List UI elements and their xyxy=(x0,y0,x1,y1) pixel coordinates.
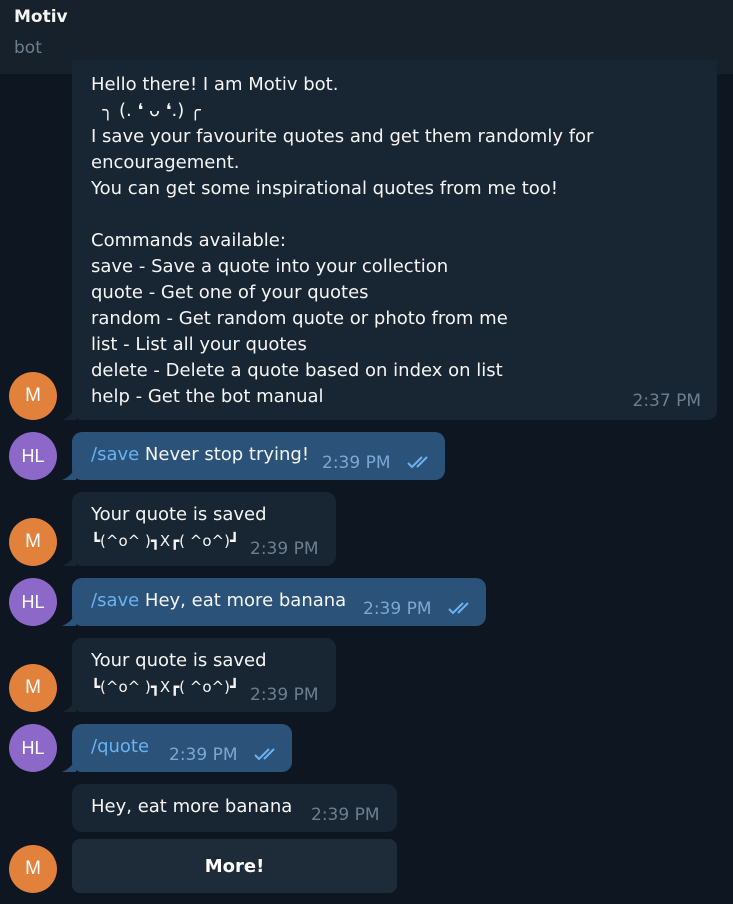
command-link[interactable]: /save xyxy=(91,590,139,611)
welcome-line: random - Get random quote or photo from … xyxy=(91,308,508,329)
message-welcome[interactable]: Hello there! I am Motiv bot. ╮ (. ❛ ᴗ ❛.… xyxy=(72,60,717,420)
welcome-line: quote - Get one of your quotes xyxy=(91,282,369,303)
double-check-icon xyxy=(254,748,275,761)
welcome-line: You can get some inspirational quotes fr… xyxy=(91,178,558,199)
more-button[interactable]: More! xyxy=(72,839,397,893)
command-link[interactable]: /quote xyxy=(91,736,149,757)
message-save-2[interactable]: /save Hey, eat more banana 2:39 PM xyxy=(72,578,486,626)
welcome-line xyxy=(91,202,698,228)
chat-subtitle: bot xyxy=(14,38,42,58)
message-time: 2:39 PM xyxy=(250,539,319,559)
welcome-line: delete - Delete a quote based on index o… xyxy=(91,360,503,381)
message-time: 2:37 PM xyxy=(632,391,702,411)
command-link[interactable]: /save xyxy=(91,444,139,465)
message-text: Your quote is saved xyxy=(91,650,267,671)
message-time: 2:39 PM xyxy=(363,599,432,619)
message-quote-reply[interactable]: Hey, eat more banana 2:39 PM xyxy=(72,784,397,832)
bubble-tail xyxy=(62,466,76,480)
welcome-line: encouragement. xyxy=(91,152,240,173)
message-quote-command[interactable]: /quote 2:39 PM xyxy=(72,724,292,772)
message-save-1[interactable]: /save Never stop trying! 2:39 PM xyxy=(72,432,445,480)
chat-title: Motiv xyxy=(14,7,68,27)
double-check-icon xyxy=(407,456,428,469)
message-reply-2[interactable]: Your quote is saved ┗(^o^ )┓X┏( ^o^)┛ 2:… xyxy=(72,638,336,712)
avatar[interactable]: HL xyxy=(9,432,57,480)
avatar[interactable]: M xyxy=(9,372,57,420)
bubble-tail xyxy=(62,758,76,772)
avatar[interactable]: M xyxy=(9,664,57,712)
message-time: 2:39 PM xyxy=(311,805,380,825)
welcome-line: save - Save a quote into your collection xyxy=(91,256,449,277)
bubble-tail xyxy=(62,698,76,712)
message-text: Your quote is saved xyxy=(91,504,267,525)
avatar[interactable]: M xyxy=(9,845,57,893)
message-time: 2:39 PM xyxy=(322,453,391,473)
message-reply-1[interactable]: Your quote is saved ┗(^o^ )┓X┏( ^o^)┛ 2:… xyxy=(72,492,336,566)
message-time: 2:39 PM xyxy=(250,685,319,705)
welcome-text: Hello there! I am Motiv bot. ╮ (. ❛ ᴗ ❛.… xyxy=(91,72,698,410)
bubble-tail xyxy=(62,406,76,420)
avatar[interactable]: HL xyxy=(9,578,57,626)
welcome-line: Commands available: xyxy=(91,230,286,251)
message-text: Hey, eat more banana xyxy=(91,796,293,817)
avatar[interactable]: HL xyxy=(9,724,57,772)
message-time: 2:39 PM xyxy=(169,745,238,765)
avatar[interactable]: M xyxy=(9,518,57,566)
welcome-line: list - List all your quotes xyxy=(91,334,307,355)
welcome-line: Hello there! I am Motiv bot. xyxy=(91,74,339,95)
message-text: Never stop trying! xyxy=(139,444,310,465)
message-text: Hey, eat more banana xyxy=(139,590,347,611)
double-check-icon xyxy=(448,602,469,615)
welcome-line: ╮ (. ❛ ᴗ ❛.) ╭ xyxy=(91,100,201,121)
bubble-tail xyxy=(62,612,76,626)
bubble-tail xyxy=(62,552,76,566)
welcome-line: I save your favourite quotes and get the… xyxy=(91,126,594,147)
welcome-line: help - Get the bot manual xyxy=(91,386,324,407)
